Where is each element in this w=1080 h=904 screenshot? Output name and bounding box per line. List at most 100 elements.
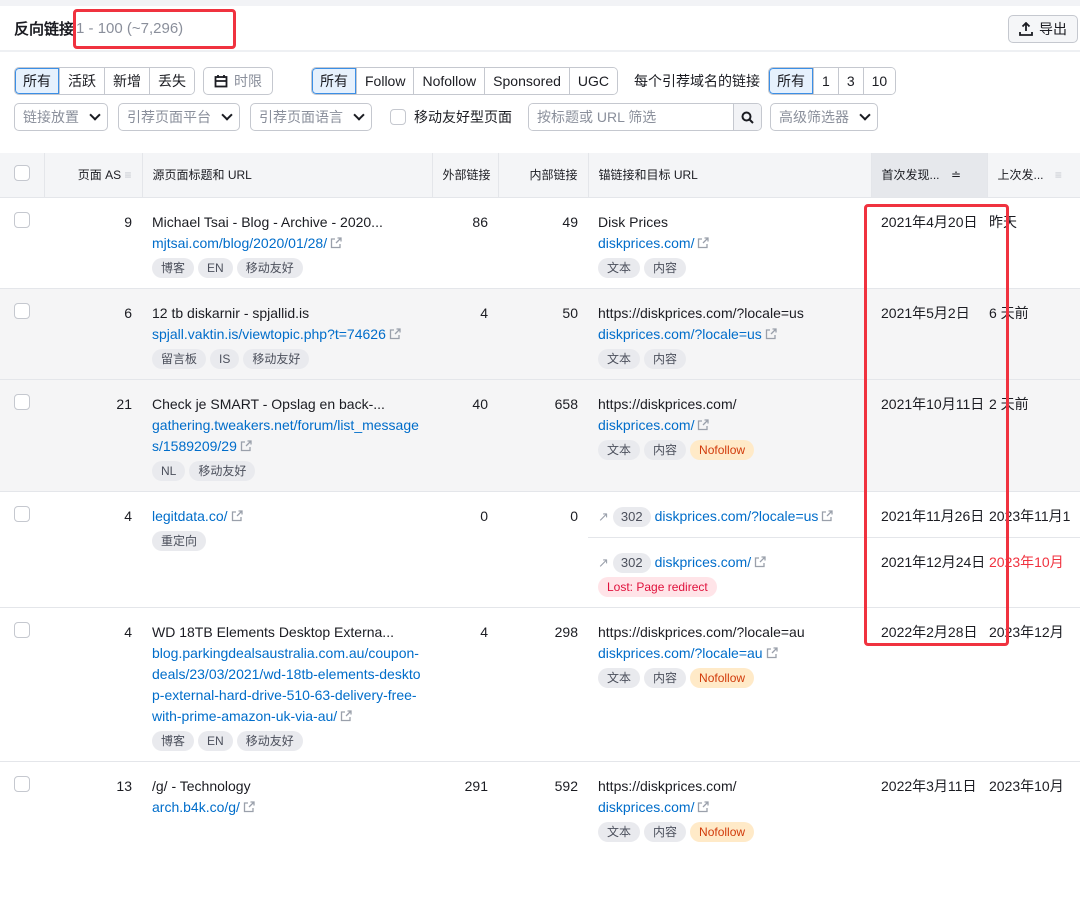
last-seen: 6 天前 — [987, 288, 1080, 379]
external-link-icon[interactable] — [240, 439, 252, 452]
chevron-down-icon — [89, 109, 101, 121]
external-link-icon[interactable] — [765, 327, 777, 340]
last-seen: 昨天 — [989, 213, 1017, 230]
row-checkbox[interactable] — [14, 302, 30, 319]
advanced-filters-label: 高级筛选器 — [779, 109, 849, 125]
source-cell: Michael Tsai - Blog - Archive - 2020... m… — [142, 197, 432, 288]
anchor-tag: 文本 — [598, 821, 641, 842]
page-as: 9 — [124, 213, 132, 230]
row-select-cell — [0, 607, 44, 761]
type-option-nofollow[interactable]: Nofollow — [413, 68, 485, 94]
source-url[interactable]: legitdata.co/ — [152, 508, 228, 524]
external-link-icon[interactable] — [330, 236, 342, 249]
row-checkbox[interactable] — [14, 505, 30, 522]
column-header-last-seen[interactable]: 上次发... ≡ — [987, 153, 1080, 197]
external-link-icon[interactable] — [340, 709, 352, 722]
anchor-tag: 内容 — [644, 667, 687, 688]
target-url[interactable]: diskprices.com/ — [598, 235, 694, 251]
per-domain-option-10[interactable]: 10 — [862, 68, 896, 94]
status-option-lost[interactable]: 丢失 — [149, 68, 194, 94]
table-header-row: 页面 AS ≡ 源页面标题和 URL 外部链接 内部链接 锚链接和目标 URL … — [0, 153, 1080, 197]
row-checkbox[interactable] — [14, 775, 30, 792]
page-as: 6 — [44, 288, 142, 379]
source-tag: 博客 — [152, 730, 195, 751]
mobile-friendly-checkbox[interactable] — [390, 109, 406, 125]
source-url[interactable]: blog.parkingdealsaustralia.com.au/coupon… — [152, 645, 421, 724]
column-header-page-as[interactable]: 页面 AS ≡ — [44, 153, 143, 197]
external-link-icon[interactable] — [821, 509, 834, 522]
status-option-all[interactable]: 所有 — [15, 68, 59, 94]
page-as: 4 — [124, 507, 132, 524]
internal-links: 592 — [554, 777, 578, 794]
source-tag: EN — [198, 257, 233, 278]
page-header: 反向链接 1 - 100 (~7,296) 导出 — [0, 6, 1080, 52]
type-option-follow[interactable]: Follow — [356, 68, 414, 94]
link-type-filter: 所有 Follow Nofollow Sponsored UGC — [311, 67, 619, 95]
search-input[interactable] — [529, 104, 733, 130]
status-option-active[interactable]: 活跃 — [59, 68, 104, 94]
external-link-icon[interactable] — [754, 555, 766, 568]
advanced-filters-dropdown[interactable]: 高级筛选器 — [770, 103, 878, 131]
anchor-tag: Nofollow — [690, 439, 755, 460]
external-link-icon[interactable] — [697, 418, 710, 431]
internal-links: 50 — [498, 288, 588, 379]
row-select-cell — [0, 288, 44, 379]
referring-platform-dropdown[interactable]: 引荐页面平台 — [118, 103, 240, 131]
row-checkbox[interactable] — [14, 621, 30, 638]
status-option-new[interactable]: 新增 — [104, 68, 149, 94]
type-option-ugc[interactable]: UGC — [568, 68, 618, 94]
mobile-friendly-label: 移动友好型页面 — [414, 109, 512, 125]
target-url[interactable]: diskprices.com/ — [655, 554, 751, 570]
anchor-tag: 文本 — [598, 257, 641, 278]
external-link-icon[interactable] — [243, 800, 255, 813]
target-url[interactable]: diskprices.com/ — [598, 799, 694, 815]
source-url[interactable]: arch.b4k.co/g/ — [152, 799, 240, 815]
row-select-cell — [0, 491, 44, 607]
source-url[interactable]: gathering.tweakers.net/forum/list_messag… — [152, 417, 419, 454]
calendar-icon — [214, 75, 228, 88]
source-tags: 留言板 IS 移动友好 — [152, 348, 422, 369]
source-url[interactable]: mjtsai.com/blog/2020/01/28/ — [152, 235, 327, 251]
external-links: 0 — [480, 507, 488, 524]
external-link-icon[interactable] — [231, 509, 243, 522]
referring-language-dropdown[interactable]: 引荐页面语言 — [250, 103, 372, 131]
per-domain-option-all[interactable]: 所有 — [769, 68, 814, 94]
first-seen: 2021年11月26日 — [881, 507, 985, 524]
anchor-tag: 内容 — [644, 439, 687, 460]
column-header-first-seen[interactable]: 首次发现... ≐ — [871, 153, 988, 197]
target-url[interactable]: diskprices.com/?locale=us — [655, 508, 819, 524]
period-button[interactable]: 时限 — [203, 67, 273, 95]
source-url[interactable]: spjall.vaktin.is/viewtopic.php?t=74626 — [152, 326, 386, 342]
row-checkbox[interactable] — [14, 211, 30, 228]
search-button[interactable] — [733, 104, 761, 130]
per-domain-option-1[interactable]: 1 — [813, 68, 838, 94]
select-all-checkbox[interactable] — [14, 165, 30, 182]
external-link-icon[interactable] — [766, 646, 778, 659]
anchor-tag: 内容 — [644, 348, 687, 369]
per-domain-option-3[interactable]: 3 — [837, 68, 863, 94]
external-link-icon[interactable] — [697, 236, 710, 249]
external-link-icon[interactable] — [697, 800, 710, 813]
external-link-icon[interactable] — [389, 327, 401, 340]
redirect-code: 302 — [612, 552, 651, 573]
type-option-all[interactable]: 所有 — [312, 68, 356, 94]
chevron-down-icon — [221, 109, 233, 121]
link-placement-dropdown[interactable]: 链接放置 — [14, 103, 108, 131]
external-links: 86 — [472, 213, 488, 230]
target-url[interactable]: diskprices.com/?locale=us — [598, 326, 762, 342]
row-select-cell — [0, 197, 44, 288]
column-header-internal[interactable]: 内部链接 — [498, 153, 589, 197]
row-checkbox[interactable] — [14, 393, 30, 410]
sort-icon: ≡ — [1054, 168, 1062, 183]
source-tags: 博客 EN 移动友好 — [152, 730, 422, 751]
target-url[interactable]: diskprices.com/?locale=au — [598, 645, 763, 661]
period-label: 时限 — [234, 73, 262, 89]
column-header-external[interactable]: 外部链接 — [432, 153, 499, 197]
export-button[interactable]: 导出 — [1008, 15, 1078, 43]
type-option-sponsored[interactable]: Sponsored — [484, 68, 569, 94]
source-tag: 移动友好 — [236, 730, 303, 751]
page-as: 13 — [116, 777, 132, 794]
redirect-icon: ↗ — [598, 508, 609, 524]
row-select-cell — [0, 761, 44, 852]
target-url[interactable]: diskprices.com/ — [598, 417, 694, 433]
